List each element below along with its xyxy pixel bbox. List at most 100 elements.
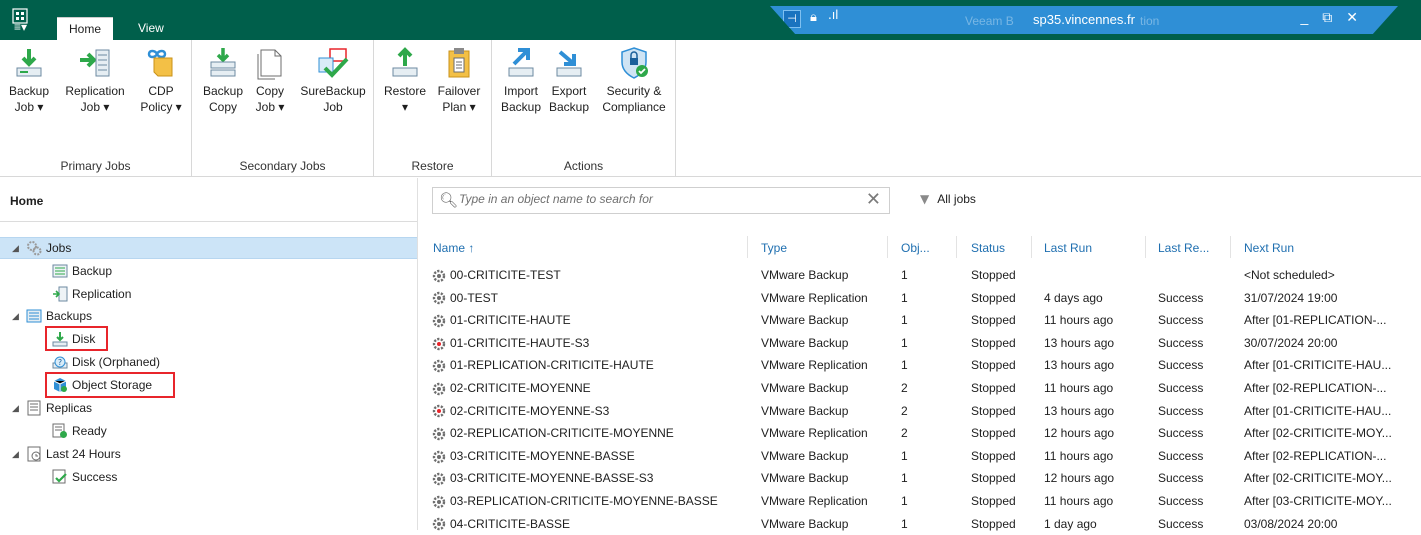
cell-next-run: After [01-CRITICITE-HAU...: [1244, 358, 1392, 373]
column-separator[interactable]: [1145, 236, 1146, 258]
cell-last-run: 11 hours ago: [1044, 494, 1114, 508]
table-row[interactable]: 03-REPLICATION-CRITICITE-MOYENNE-BASSE VM…: [432, 490, 1421, 512]
cell-last-run: 11 hours ago: [1044, 448, 1114, 463]
replication-jobs-icon: [52, 286, 68, 302]
cell-next-run: 30/07/2024 20:00: [1244, 335, 1338, 350]
column-header-status[interactable]: Status: [971, 240, 1005, 260]
cell-next-run: After [02-CRITICITE-MOY...: [1244, 426, 1392, 441]
group-label-restore: Restore: [411, 159, 454, 173]
pane-splitter[interactable]: [417, 178, 418, 530]
expand-arrow-icon[interactable]: ◢: [12, 305, 22, 327]
surebackup-job-icon: [316, 46, 350, 80]
clear-search-icon[interactable]: ✕: [866, 189, 881, 210]
restore-icon: [388, 46, 422, 80]
cell-last-run: 11 hours ago: [1044, 313, 1114, 328]
cell-type: VMware Replication: [761, 358, 868, 373]
table-row[interactable]: 01-REPLICATION-CRITICITE-HAUTE VMware Rep…: [432, 354, 1421, 376]
cell-next-run: 31/07/2024 19:00: [1244, 290, 1338, 305]
replication-job-button[interactable]: Replication Job ▾: [60, 46, 130, 115]
import-backup-button[interactable]: Import Backup: [498, 46, 544, 115]
tree-item-ready[interactable]: Ready: [52, 420, 107, 442]
table-row[interactable]: 00-CRITICITE-TEST VMware Backup 1 Stopped <N…: [432, 264, 1421, 286]
surebackup-job-button[interactable]: SureBackup Job: [296, 46, 370, 115]
cell-status: Stopped: [971, 516, 1016, 531]
table-row[interactable]: 03-CRITICITE-MOYENNE-BASSE VMware Backup 1…: [432, 445, 1421, 467]
expand-arrow-icon[interactable]: ◢: [12, 237, 22, 259]
expand-arrow-icon[interactable]: ◢: [12, 397, 22, 419]
column-separator[interactable]: [956, 236, 957, 258]
export-backup-button[interactable]: Export Backup: [546, 46, 592, 115]
backup-copy-gear-icon: [432, 403, 446, 418]
table-row[interactable]: 02-CRITICITE-MOYENNE-S3 VMware Backup 2 Sto…: [432, 400, 1421, 422]
navigation-title: Home: [10, 194, 44, 208]
backup-job-button[interactable]: Backup Job ▾: [6, 46, 52, 115]
cell-name: 03-CRITICITE-MOYENNE-BASSE-S3: [432, 467, 744, 489]
cell-type: VMware Backup: [761, 335, 849, 350]
main-menu-button[interactable]: ≡▾: [8, 17, 46, 40]
table-row[interactable]: 00-TEST VMware Replication 1 Stopped 4 days …: [432, 287, 1421, 309]
security-compliance-button[interactable]: Security & Compliance: [596, 46, 672, 115]
group-label-secondary-jobs: Secondary Jobs: [239, 159, 326, 173]
table-row[interactable]: 02-CRITICITE-MOYENNE VMware Backup 2 Stoppe…: [432, 377, 1421, 399]
table-row[interactable]: 03-CRITICITE-MOYENNE-BASSE-S3 VMware Back…: [432, 467, 1421, 489]
cell-last-run: 13 hours ago: [1044, 335, 1115, 350]
copy-job-button[interactable]: Copy Job ▾: [250, 46, 290, 115]
cell-obj: 1: [901, 358, 908, 373]
backup-copy-gear-icon: [432, 336, 446, 350]
cell-next-run: After [01-REPLICATION-...: [1244, 313, 1387, 328]
cell-name: 03-REPLICATION-CRITICITE-MOYENNE-BASSE: [432, 490, 744, 512]
column-header-objects[interactable]: Obj...: [901, 240, 930, 260]
backup-copy-button[interactable]: Backup Copy: [200, 46, 246, 115]
replication-job-icon: [78, 46, 112, 80]
cell-status: Stopped: [971, 381, 1016, 395]
cell-last-run: 13 hours ago: [1044, 403, 1115, 418]
cell-last-result: Success: [1158, 358, 1204, 373]
cell-status: Stopped: [971, 426, 1016, 441]
column-header-name[interactable]: Name ↑: [433, 240, 474, 260]
column-separator[interactable]: [1230, 236, 1231, 258]
cell-next-run: After [02-CRITICITE-MOY...: [1244, 471, 1392, 486]
cell-last-result: Success: [1158, 335, 1204, 350]
column-separator[interactable]: [747, 236, 748, 258]
expand-arrow-icon[interactable]: ◢: [12, 443, 22, 465]
highlight-box-disk: [45, 326, 108, 351]
tree-item-disk-orphaned[interactable]: ? Disk (Orphaned): [52, 351, 160, 373]
table-row[interactable]: 04-CRITICITE-BASSE VMware Backup 1 Stopped 1…: [432, 513, 1421, 535]
cell-name: 00-TEST: [432, 287, 744, 309]
table-row[interactable]: 02-REPLICATION-CRITICITE-MOYENNE VMware R…: [432, 422, 1421, 444]
cell-last-run: 11 hours ago: [1044, 381, 1114, 395]
column-header-type[interactable]: Type: [761, 240, 787, 260]
job-filter-dropdown[interactable]: ▼ All jobs: [920, 192, 976, 206]
restore-button[interactable]: Restore ▾: [380, 46, 430, 115]
tree-item-success[interactable]: Success: [52, 466, 117, 488]
cell-next-run: After [01-CRITICITE-HAU...: [1244, 403, 1392, 418]
tree-item-backup[interactable]: Backup: [52, 260, 112, 282]
column-header-last-result[interactable]: Last Re...: [1158, 240, 1209, 260]
cell-obj: 1: [901, 268, 908, 282]
import-backup-icon: [504, 46, 538, 80]
failover-plan-button[interactable]: Failover Plan ▾: [432, 46, 486, 115]
last-24-hours-icon: [26, 446, 42, 462]
column-header-next-run[interactable]: Next Run: [1244, 240, 1294, 260]
table-row[interactable]: 01-CRITICITE-HAUTE VMware Backup 1 Stopped 1…: [432, 309, 1421, 331]
column-separator[interactable]: [1031, 236, 1032, 258]
backup-job-gear-icon: [432, 471, 446, 486]
cdp-policy-button[interactable]: CDP Policy ▾: [136, 46, 186, 115]
cell-obj: 1: [901, 313, 908, 328]
cell-name: 02-REPLICATION-CRITICITE-MOYENNE: [432, 422, 744, 444]
cell-last-result: Success: [1158, 381, 1204, 395]
backups-icon: [26, 308, 42, 324]
column-separator[interactable]: [887, 236, 888, 258]
column-header-last-run[interactable]: Last Run: [1044, 240, 1092, 260]
cell-type: VMware Backup: [761, 381, 849, 395]
search-box[interactable]: 🔍︎ ✕: [432, 187, 890, 214]
cell-obj: 1: [901, 290, 908, 305]
tree-item-replication[interactable]: Replication: [52, 283, 131, 305]
tab-view[interactable]: View: [126, 17, 176, 40]
backup-job-gear-icon: [432, 381, 446, 396]
tab-home[interactable]: Home: [57, 17, 114, 40]
table-row[interactable]: 01-CRITICITE-HAUTE-S3 VMware Backup 1 Stopp…: [432, 332, 1421, 354]
search-input[interactable]: [459, 192, 859, 206]
cell-last-run: 12 hours ago: [1044, 471, 1115, 486]
cell-name: 01-CRITICITE-HAUTE-S3: [432, 332, 744, 354]
